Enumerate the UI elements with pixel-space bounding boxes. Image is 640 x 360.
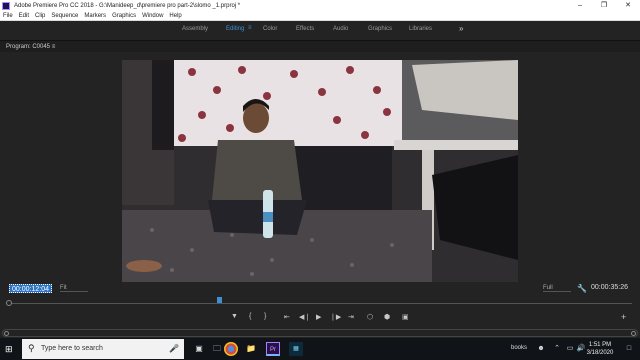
- program-monitor: [0, 52, 640, 284]
- menu-sequence[interactable]: Sequence: [48, 13, 81, 19]
- playback-resolution-select[interactable]: Full: [543, 285, 571, 292]
- taskbar-clock[interactable]: 1:51 PM 3/18/2020: [580, 341, 620, 357]
- monitor-info-row: 00:00:12:04 Fit Full 🔧 00:00:35:26: [0, 283, 640, 295]
- premiere-app-icon: [2, 1, 10, 10]
- close-button[interactable]: ✕: [616, 0, 640, 11]
- time-ruler-track: [6, 303, 632, 304]
- program-monitor-title[interactable]: Program: C0045 ≡: [6, 44, 55, 50]
- workspace-tab-libraries[interactable]: Libraries: [409, 26, 432, 32]
- file-explorer-icon[interactable]: 🗀: [210, 342, 224, 356]
- maximize-button[interactable]: ❐: [592, 0, 616, 11]
- play-button[interactable]: ▶: [316, 313, 321, 321]
- folder-icon[interactable]: 📁: [244, 342, 258, 356]
- workspace-tab-assembly[interactable]: Assembly: [182, 26, 208, 32]
- zoom-select-value: Fit: [60, 285, 67, 291]
- current-timecode[interactable]: 00:00:12:04: [9, 284, 52, 293]
- extract-button[interactable]: ⬢: [384, 313, 390, 321]
- microphone-icon[interactable]: 🎤: [169, 344, 179, 353]
- lift-button[interactable]: ⬡: [367, 313, 373, 321]
- program-monitor-title-text: Program: C0045: [6, 44, 51, 50]
- export-frame-button[interactable]: ▣: [402, 313, 409, 321]
- media-encoder-taskbar-icon[interactable]: ▦: [289, 342, 303, 356]
- mark-out-button[interactable]: }: [264, 313, 266, 320]
- title-bar: Adobe Premiere Pro CC 2018 - G:\Manideep…: [0, 0, 640, 11]
- taskbar-search-box[interactable]: ⚲ Type here to search 🎤: [22, 339, 184, 359]
- go-to-out-button[interactable]: ⇥: [348, 313, 354, 321]
- time-ruler[interactable]: [6, 297, 632, 307]
- menu-bar: File Edit Clip Sequence Markers Graphics…: [0, 11, 640, 21]
- menu-graphics[interactable]: Graphics: [109, 13, 139, 19]
- windows-start-icon[interactable]: ⊞: [5, 344, 13, 355]
- task-view-icon[interactable]: ▣: [192, 342, 206, 356]
- chrome-icon[interactable]: [224, 342, 238, 356]
- taskbar-search-placeholder: Type here to search: [41, 345, 103, 352]
- add-button[interactable]: +: [621, 312, 626, 322]
- zoom-scrollbar[interactable]: [2, 329, 638, 337]
- windows-taskbar: ⊞ ⚲ Type here to search 🎤 ▣ 🗀 📁 Pr ▦ boo…: [0, 338, 640, 360]
- menu-markers[interactable]: Markers: [81, 13, 109, 19]
- menu-clip[interactable]: Clip: [32, 13, 48, 19]
- chevron-up-icon[interactable]: ⌃: [550, 342, 564, 356]
- add-marker-button[interactable]: ▼: [231, 313, 238, 320]
- zoom-select[interactable]: Fit: [60, 285, 88, 292]
- step-back-button[interactable]: ◀❘: [299, 313, 310, 321]
- menu-help[interactable]: Help: [166, 13, 184, 19]
- wrench-icon[interactable]: 🔧: [577, 284, 587, 293]
- scrollbar-left-handle[interactable]: [4, 331, 9, 336]
- video-frame-image: [122, 60, 518, 282]
- people-icon[interactable]: ☻: [534, 342, 548, 356]
- search-icon: ⚲: [28, 343, 35, 353]
- workspace-tab-graphics[interactable]: Graphics: [368, 26, 392, 32]
- panel-menu-icon[interactable]: ≡: [52, 44, 56, 50]
- mark-in-button[interactable]: {: [249, 313, 251, 320]
- tray-label[interactable]: books: [511, 345, 527, 351]
- menu-edit[interactable]: Edit: [16, 13, 32, 19]
- duration-timecode: 00:00:35:26: [591, 284, 628, 291]
- window-controls: – ❐ ✕: [568, 0, 640, 11]
- clock-time: 1:51 PM: [588, 342, 612, 348]
- transport-controls: ▼ { } ⇤ ◀❘ ▶ ❘▶ ⇥ ⬡ ⬢ ▣ +: [0, 312, 640, 325]
- window-title: Adobe Premiere Pro CC 2018 - G:\Manideep…: [14, 2, 241, 9]
- workspace-menu-icon[interactable]: ≡: [248, 25, 252, 31]
- go-to-in-button[interactable]: ⇤: [284, 313, 290, 321]
- step-forward-button[interactable]: ❘▶: [330, 313, 341, 321]
- workspace-tab-effects[interactable]: Effects: [296, 26, 314, 32]
- workspace-bar: Assembly Editing ≡ Color Effects Audio G…: [0, 21, 640, 39]
- playback-resolution-value: Full: [543, 285, 553, 291]
- menu-window[interactable]: Window: [139, 13, 166, 19]
- ruler-start-handle[interactable]: [6, 300, 12, 306]
- video-frame[interactable]: [122, 60, 518, 282]
- premiere-pro-taskbar-icon[interactable]: Pr: [266, 342, 280, 356]
- workspace-overflow-icon[interactable]: »: [459, 24, 463, 33]
- clock-date: 3/18/2020: [586, 350, 614, 356]
- scrollbar-right-handle[interactable]: [631, 331, 636, 336]
- playhead-marker[interactable]: [217, 297, 222, 303]
- menu-file[interactable]: File: [0, 13, 16, 19]
- workspace-tab-audio[interactable]: Audio: [333, 26, 348, 32]
- minimize-button[interactable]: –: [568, 0, 592, 11]
- workspace-tab-editing[interactable]: Editing: [226, 26, 244, 32]
- notifications-icon[interactable]: □: [622, 342, 636, 356]
- program-monitor-header: Program: C0045 ≡: [0, 40, 640, 52]
- workspace-tab-color[interactable]: Color: [263, 26, 277, 32]
